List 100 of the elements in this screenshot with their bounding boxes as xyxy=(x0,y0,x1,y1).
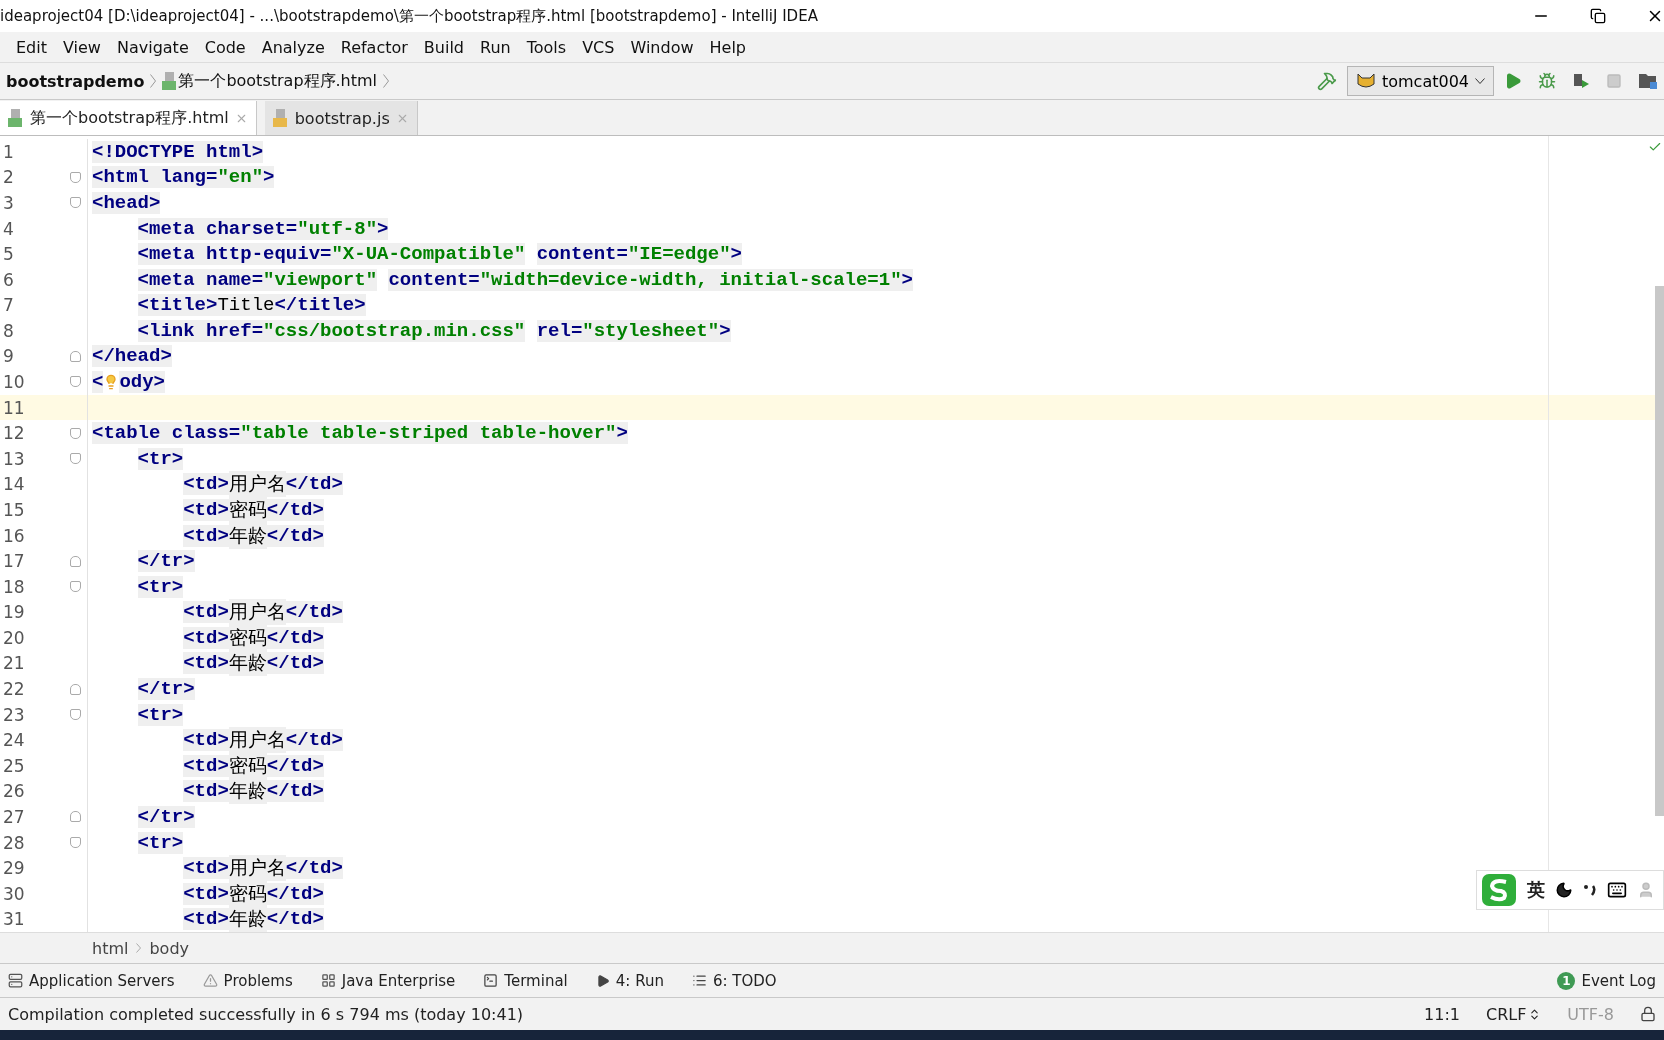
chevron-icon xyxy=(383,74,390,88)
code-token: "en" xyxy=(217,166,264,189)
line-number: 1 xyxy=(2,141,15,162)
fold-marker-icon[interactable] xyxy=(69,453,81,465)
scrollbar-thumb[interactable] xyxy=(1655,286,1664,816)
code-token: </td> xyxy=(266,652,324,675)
tool-window-button[interactable]: Java Enterprise xyxy=(320,971,456,990)
fold-marker-icon[interactable] xyxy=(69,811,81,823)
code-token: > xyxy=(377,217,389,240)
hammer-icon[interactable] xyxy=(1316,71,1337,91)
code-token: 年龄 xyxy=(228,778,267,805)
restore-icon[interactable] xyxy=(1590,8,1606,24)
line-number: 19 xyxy=(2,602,26,623)
fold-marker-icon[interactable] xyxy=(69,581,81,593)
line-number: 18 xyxy=(2,576,26,597)
line-number: 24 xyxy=(2,730,26,751)
fold-marker-icon[interactable] xyxy=(69,709,81,721)
tool-window-button[interactable]: 6: TODO xyxy=(691,971,777,990)
fold-marker-icon[interactable] xyxy=(69,555,81,567)
line-number: 2 xyxy=(2,167,15,188)
coverage-icon[interactable] xyxy=(1572,72,1590,90)
menu-item[interactable]: Build xyxy=(415,37,473,57)
menu-item[interactable]: Run xyxy=(472,37,519,57)
line-number: 9 xyxy=(2,346,15,367)
breadcrumb[interactable]: body xyxy=(149,938,190,958)
fold-marker-icon[interactable] xyxy=(69,197,81,209)
keyboard-icon[interactable] xyxy=(1607,880,1627,900)
code-token: <!DOCTYPE html> xyxy=(92,140,264,163)
event-log-button[interactable]: 1 Event Log xyxy=(1557,971,1656,990)
caret-position[interactable]: 11:1 xyxy=(1424,1004,1460,1024)
fold-marker-icon[interactable] xyxy=(69,683,81,695)
navigation-item[interactable]: bootstrapdemo xyxy=(6,71,145,91)
breadcrumb[interactable]: html xyxy=(92,938,129,958)
menu-item[interactable]: VCS xyxy=(574,37,623,57)
tool-icon xyxy=(320,973,336,988)
fold-marker-icon[interactable] xyxy=(69,376,81,388)
code-token: </head> xyxy=(92,345,172,368)
code-token: > xyxy=(719,319,731,342)
menu-item[interactable]: Tools xyxy=(518,37,575,57)
moon-icon[interactable] xyxy=(1555,881,1573,899)
menu-item[interactable]: Navigate xyxy=(108,37,197,57)
navigation-item[interactable]: 第一个bootstrap程序.html xyxy=(178,70,378,92)
code-token: "X-UA-Compatible" xyxy=(331,243,526,266)
line-separator[interactable]: CRLF xyxy=(1485,1004,1542,1024)
menu-item[interactable]: Code xyxy=(196,37,254,57)
code-token: </td> xyxy=(266,754,324,777)
menu-item[interactable]: View xyxy=(55,37,109,57)
code-token: Title xyxy=(217,294,275,317)
punctuation-icon[interactable] xyxy=(1583,882,1597,898)
code-token: 年龄 xyxy=(228,650,267,677)
code-token: <td> xyxy=(183,857,229,880)
tool-window-button[interactable]: 4: Run xyxy=(595,971,664,990)
menu-item[interactable]: Analyze xyxy=(253,37,333,57)
code-token: "css/bootstrap.min.css" xyxy=(263,319,526,342)
code-token: <meta charset= xyxy=(137,217,298,240)
input-mode[interactable]: 英 xyxy=(1527,878,1545,902)
line-number: 16 xyxy=(2,525,26,546)
line-number: 15 xyxy=(2,499,26,520)
menu-item[interactable]: Edit xyxy=(8,37,55,57)
tool-window-button[interactable]: Terminal xyxy=(483,971,568,990)
code-token: "table table-striped table-hover" xyxy=(240,422,617,445)
menu-item[interactable]: Refactor xyxy=(332,37,416,57)
tool-window-button[interactable]: Problems xyxy=(202,971,293,990)
line-number: 27 xyxy=(2,806,26,827)
run-configuration-dropdown[interactable]: tomcat004 xyxy=(1346,66,1494,96)
code-token: > xyxy=(616,422,628,445)
code-token: </td> xyxy=(266,780,324,803)
fold-marker-icon[interactable] xyxy=(69,171,81,183)
line-number: 10 xyxy=(2,372,26,392)
tool-icon xyxy=(483,973,499,988)
lock-icon[interactable] xyxy=(1640,1006,1656,1022)
stop-icon[interactable] xyxy=(1606,73,1622,89)
code-token: > xyxy=(263,166,275,189)
cat-icon xyxy=(1355,72,1376,90)
editor-tab[interactable]: bootstrap.js xyxy=(264,101,418,135)
code-token: 用户名 xyxy=(228,471,286,498)
code-token: > xyxy=(730,243,742,266)
debug-icon[interactable] xyxy=(1538,72,1556,90)
fold-marker-icon[interactable] xyxy=(69,350,81,362)
line-number: 26 xyxy=(2,781,26,802)
code-token: "stylesheet" xyxy=(582,319,720,342)
window-title: ideaproject04 [D:\ideaproject04] - ...\bootstrapdemo\第一个bootstrap程序.html [bootstrapdemo] - IntelliJ IDEA xyxy=(0,6,818,26)
file-icon xyxy=(272,109,289,127)
line-number: 29 xyxy=(2,858,26,879)
menu-item[interactable]: Window xyxy=(622,37,702,57)
menu-item[interactable]: Help xyxy=(701,37,754,57)
fold-marker-icon[interactable] xyxy=(69,427,81,439)
line-number: 20 xyxy=(2,627,26,648)
tool-icon xyxy=(202,973,218,988)
code-token: "utf-8" xyxy=(297,217,378,240)
code-token: < xyxy=(92,371,104,393)
fold-marker-icon[interactable] xyxy=(69,837,81,849)
user-icon[interactable] xyxy=(1637,881,1655,899)
tool-window-button[interactable]: Application Servers xyxy=(8,971,175,990)
project-structure-icon[interactable] xyxy=(1638,72,1658,90)
editor-tab[interactable]: 第一个bootstrap程序.html xyxy=(0,101,257,135)
code-token: </tr> xyxy=(137,805,195,828)
code-token: <td> xyxy=(183,754,229,777)
run-icon[interactable] xyxy=(1504,72,1522,90)
code-token: <tr> xyxy=(137,447,184,470)
